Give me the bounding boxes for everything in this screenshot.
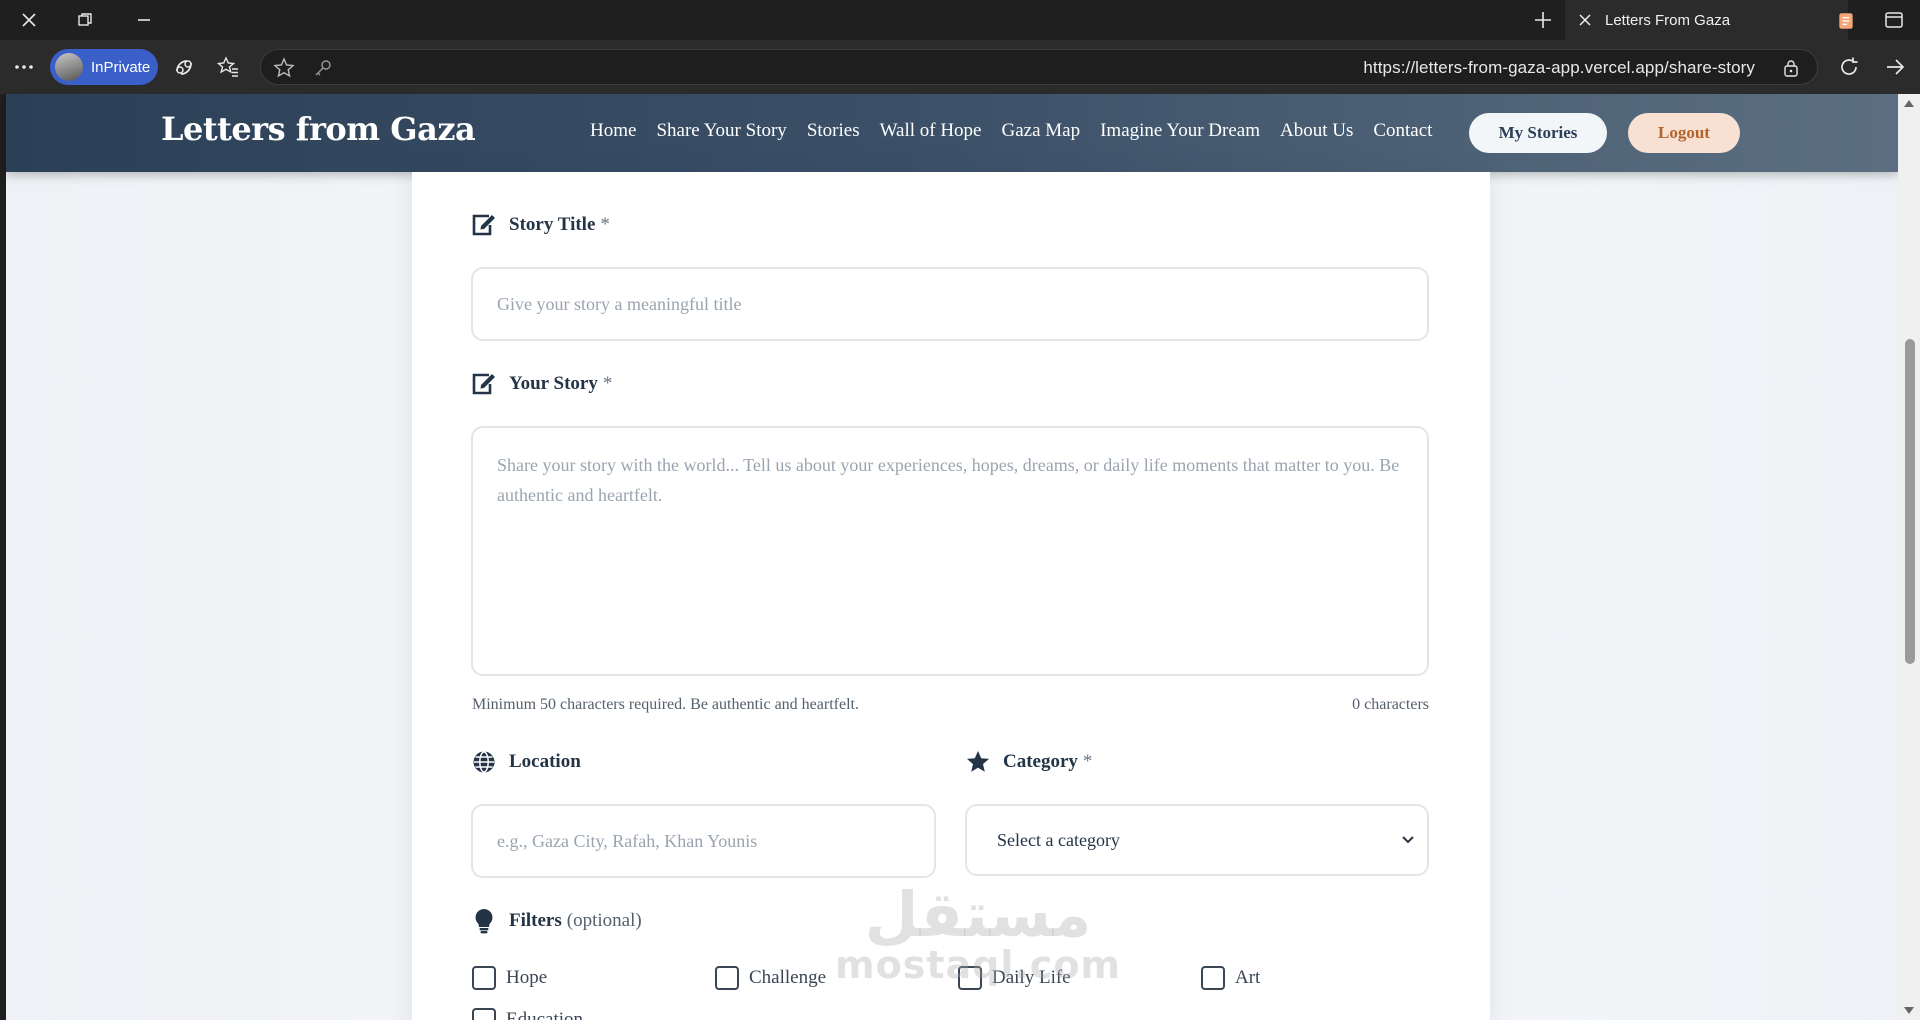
edit-icon: [471, 371, 497, 397]
character-count: 0 characters: [1352, 696, 1429, 713]
refresh-button[interactable]: [1834, 52, 1864, 82]
more-dots-icon: [15, 65, 33, 69]
arrow-right-icon: [1887, 59, 1905, 75]
profile-avatar: [55, 53, 83, 81]
window-edge: [0, 94, 6, 1020]
plus-icon: [1535, 12, 1551, 28]
nav-imagine-your-dream[interactable]: Imagine Your Dream: [1100, 120, 1260, 142]
nav-links: Home Share Your Story Stories Wall of Ho…: [590, 120, 1432, 142]
site-navbar: Letters from Gaza Home Share Your Story …: [6, 94, 1898, 172]
my-stories-button[interactable]: My Stories: [1469, 113, 1607, 153]
location-label: Location: [471, 749, 581, 775]
checkbox[interactable]: [1201, 966, 1225, 990]
checkbox[interactable]: [715, 966, 739, 990]
story-title-label: Story Title *: [471, 212, 610, 238]
category-select[interactable]: Select a category: [965, 804, 1429, 876]
scroll-down-arrow-icon[interactable]: [1904, 1007, 1914, 1014]
nav-wall-of-hope[interactable]: Wall of Hope: [880, 120, 982, 142]
star-icon: [965, 749, 991, 775]
filter-hope[interactable]: Hope: [472, 966, 547, 990]
star-icon[interactable]: [273, 57, 295, 79]
restore-window-button[interactable]: [56, 0, 114, 40]
refresh-icon: [1841, 57, 1858, 75]
filter-label: Daily Life: [992, 967, 1071, 988]
new-tab-button[interactable]: [1528, 0, 1558, 40]
checkbox[interactable]: [472, 966, 496, 990]
edit-icon: [471, 212, 497, 238]
optional-note: (optional): [566, 910, 642, 931]
filters-label: Filters (optional): [471, 908, 642, 934]
copilot-button[interactable]: [169, 52, 199, 82]
required-mark: *: [1082, 751, 1093, 772]
reading-list-icon[interactable]: [1836, 11, 1856, 31]
logout-button[interactable]: Logout: [1628, 113, 1740, 153]
nav-share-your-story[interactable]: Share Your Story: [656, 120, 786, 142]
share-story-form: Story Title * Give your story a meaningfu…: [412, 172, 1490, 1020]
checkbox[interactable]: [958, 966, 982, 990]
filter-label: Hope: [506, 967, 548, 988]
globe-icon: [471, 749, 497, 775]
lightbulb-icon: [471, 908, 497, 934]
chevron-down-icon: [1402, 836, 1414, 844]
forward-button[interactable]: [1880, 52, 1910, 82]
copilot-icon: [176, 60, 192, 75]
filter-label: Challenge: [749, 967, 827, 988]
favorites-icon: [217, 56, 238, 77]
category-label: Category *: [965, 749, 1092, 775]
your-story-textarea[interactable]: Share your story with the world... Tell …: [471, 426, 1429, 676]
browser-toolbar: InPrivate https://letters-from-gaza-app.…: [0, 40, 1920, 94]
filter-label: Education: [506, 1009, 584, 1020]
minimize-icon: [138, 19, 150, 21]
filter-education[interactable]: Education: [472, 1008, 583, 1020]
nav-contact[interactable]: Contact: [1373, 120, 1432, 142]
inprivate-label: InPrivate: [91, 58, 151, 76]
your-story-text: Your Story: [509, 373, 598, 394]
location-text: Location: [509, 751, 581, 772]
story-title-input[interactable]: Give your story a meaningful title: [471, 267, 1429, 341]
nav-gaza-map[interactable]: Gaza Map: [1001, 120, 1080, 142]
scrollbar-thumb[interactable]: [1905, 339, 1915, 664]
category-text: Category: [1003, 751, 1078, 772]
tab-title: Letters From Gaza: [1605, 11, 1731, 29]
story-title-text: Story Title: [509, 214, 596, 235]
checkbox[interactable]: [472, 1008, 496, 1020]
story-helper-text: Minimum 50 characters required. Be authe…: [472, 696, 859, 713]
browser-titlebar: Letters From Gaza: [0, 0, 1920, 40]
required-mark: *: [600, 214, 610, 235]
favorites-button[interactable]: [213, 52, 243, 82]
scroll-up-arrow-icon[interactable]: [1904, 100, 1914, 107]
close-icon: [22, 13, 36, 27]
nav-home[interactable]: Home: [590, 120, 636, 142]
page-scrollbar[interactable]: [1898, 94, 1920, 1020]
your-story-label: Your Story *: [471, 371, 612, 397]
required-mark: *: [602, 373, 613, 394]
filter-label: Art: [1235, 967, 1261, 988]
filter-challenge[interactable]: Challenge: [715, 966, 826, 990]
nav-stories[interactable]: Stories: [807, 120, 860, 142]
tab-close-icon[interactable]: [1579, 14, 1591, 26]
more-menu-button[interactable]: [9, 52, 39, 82]
restore-icon: [78, 13, 92, 26]
tab-letters-from-gaza[interactable]: Letters From Gaza: [1565, 0, 1848, 40]
minimize-window-button[interactable]: [115, 0, 173, 40]
inprivate-badge[interactable]: InPrivate: [50, 49, 158, 85]
location-input[interactable]: e.g., Gaza City, Rafah, Khan Younis: [471, 804, 936, 878]
nav-about-us[interactable]: About Us: [1280, 120, 1353, 142]
web-page: Letters from Gaza Home Share Your Story …: [0, 94, 1920, 1020]
key-icon[interactable]: [313, 58, 333, 78]
filters-text: Filters: [509, 910, 562, 931]
filter-daily-life[interactable]: Daily Life: [958, 966, 1071, 990]
site-brand[interactable]: Letters from Gaza: [161, 110, 476, 148]
sidebar-toggle-icon[interactable]: [1884, 10, 1904, 30]
url-text[interactable]: https://letters-from-gaza-app.vercel.app…: [1363, 58, 1755, 78]
category-selected-value: Select a category: [997, 829, 1120, 850]
filter-art[interactable]: Art: [1201, 966, 1260, 990]
close-window-button[interactable]: [0, 0, 58, 40]
share-lock-icon[interactable]: [1781, 58, 1801, 78]
address-bar[interactable]: https://letters-from-gaza-app.vercel.app…: [260, 49, 1818, 85]
